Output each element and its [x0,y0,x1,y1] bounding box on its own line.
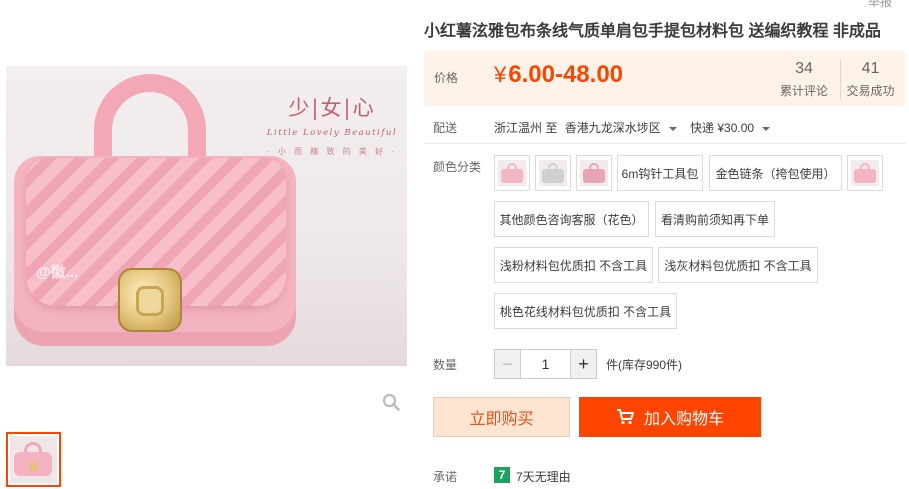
color-option-5[interactable]: 金色链条（挎包使用） [709,155,842,191]
add-to-cart-button[interactable]: 加入购物车 [579,397,761,437]
color-option-4[interactable]: 6m钩针工具包 [617,155,703,191]
quantity-input[interactable]: 1 [521,349,570,379]
quantity-decrease-button[interactable]: − [494,349,521,379]
shipping-from: 浙江温州 至 [494,121,558,135]
color-option-9[interactable]: 浅粉材料包优质扣 不含工具 [494,247,653,283]
thumbnail-1[interactable] [6,432,61,487]
swatch-body [854,169,876,183]
cart-icon [616,409,634,425]
zoom-icon[interactable] [382,393,400,411]
price-value: ¥6.00-48.00 [494,61,623,89]
color-option-3[interactable] [576,155,612,191]
review-count-stat[interactable]: 34 累计评论 [772,60,836,99]
review-count-label: 累计评论 [779,84,828,98]
swatch-body [501,169,523,183]
quantity-label: 数量 [433,358,458,372]
stock-text: 件(库存990件) [606,358,683,372]
image-watermark: @徽... [36,264,79,281]
add-to-cart-label: 加入购物车 [643,411,724,428]
price-range: 6.00-48.00 [508,61,624,88]
swatch-body [583,169,605,183]
sales-count: 41 [861,60,880,77]
shipping-method[interactable]: 快递 ¥30.00 [690,121,776,135]
report-link[interactable]: 举报 [868,0,892,10]
buy-now-button[interactable]: 立即购买 [433,397,570,437]
swatch-image [539,160,567,186]
swatch-body [542,169,564,183]
sales-count-label: 交易成功 [846,84,895,98]
color-option-10[interactable]: 浅灰材料包优质扣 不含工具 [658,247,818,283]
banner-brand-tag: · 小 而 精 致 的 美 好 · [266,147,398,156]
shipping-method-text: 快递 ¥30.00 [690,121,755,135]
banner-brand: 少|女|心 Little Lovely Beautiful · 小 而 精 致 … [264,92,400,157]
color-option-11[interactable]: 桃色花线材料包优质扣 不含工具 [494,293,677,329]
color-option-2[interactable] [535,155,571,191]
promise-label: 承诺 [433,470,458,484]
swatch-image [498,160,526,186]
thumbnail-image [10,436,57,483]
swatch-image [580,160,608,186]
quantity-stepper: − 1 + [494,349,597,379]
seven-day-return-icon: 7 [494,467,510,483]
chevron-down-icon [762,126,771,131]
thumb-clasp [29,462,38,471]
color-option-1[interactable] [494,155,530,191]
product-title: 小红薯泫雅包布条线气质单肩包手提包材料包 送编织教程 非成品 [424,23,881,40]
sales-count-stat: 41 交易成功 [840,60,900,99]
shipping-row: 浙江温州 至 香港九龙深水埗区 快递 ¥30.00 [494,119,780,136]
price-panel: 价格 ¥6.00-48.00 34 累计评论 41 交易成功 [424,51,905,106]
shipping-label: 配送 [433,121,458,135]
banner-brand-sub: Little Lovely Beautiful [266,128,398,138]
promise-text[interactable]: 7天无理由 [516,468,571,485]
quantity-increase-button[interactable]: + [570,349,597,379]
bag-clasp-graphic [118,268,182,332]
shipping-destination[interactable]: 香港九龙深水埗区 [565,121,683,135]
banner-brand-main: 少|女|心 [288,96,376,120]
color-option-6[interactable] [847,155,883,191]
price-label: 价格 [434,71,459,85]
swatch-image [851,160,879,186]
divider [424,143,905,144]
chevron-down-icon [668,126,677,131]
currency-symbol: ¥ [494,62,507,87]
main-product-image[interactable]: @徽... 少|女|心 Little Lovely Beautiful · 小 … [6,66,407,366]
shipping-destination-text: 香港九龙深水埗区 [564,121,661,135]
color-option-8[interactable]: 看清购前须知再下单 [655,201,775,237]
color-options-label: 颜色分类 [433,160,482,174]
color-option-7[interactable]: 其他颜色咨询客服（花色） [494,201,649,237]
review-count: 34 [795,60,813,77]
clasp-detail [136,286,164,316]
